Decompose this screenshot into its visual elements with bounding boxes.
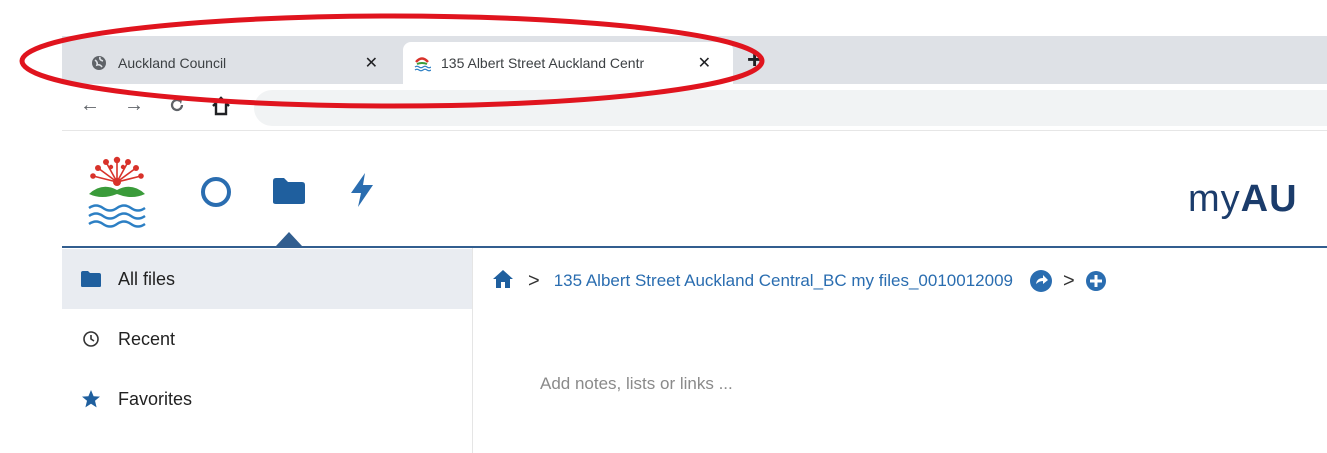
auckland-council-logo-icon [413, 54, 431, 72]
lightning-icon[interactable] [348, 172, 376, 213]
breadcrumb-folder-link[interactable]: 135 Albert Street Auckland Central_BC my… [554, 271, 1013, 291]
forward-icon[interactable]: → [124, 94, 144, 117]
breadcrumb-separator: > [528, 269, 540, 292]
folder-icon[interactable] [272, 177, 306, 210]
tab-albert-street[interactable]: 135 Albert Street Auckland Centr ✕ [403, 42, 733, 84]
globe-icon [90, 54, 108, 72]
home-icon[interactable] [210, 95, 232, 123]
sidebar-item-favorites[interactable]: Favorites [62, 369, 472, 429]
notes-editor[interactable]: Add notes, lists or links ... [540, 374, 733, 394]
auckland-council-logo[interactable] [84, 152, 150, 230]
active-nav-pointer [276, 232, 302, 246]
sidebar-item-label: Recent [118, 328, 176, 349]
back-icon[interactable]: ← [80, 94, 100, 117]
tab-auckland-council[interactable]: Auckland Council ✕ [80, 42, 400, 84]
share-icon[interactable] [1029, 269, 1053, 293]
brand-logo: myAU [1188, 178, 1298, 221]
sidebar-item-label: Favorites [118, 388, 193, 409]
tab-close-icon[interactable]: ✕ [698, 53, 711, 73]
add-icon[interactable] [1085, 270, 1107, 292]
folder-icon [80, 270, 102, 288]
breadcrumb: > 135 Albert Street Auckland Central_BC … [492, 266, 1107, 296]
new-tab-button[interactable]: + [747, 44, 762, 74]
brand-prefix: my [1188, 178, 1241, 220]
tab-close-icon[interactable]: ✕ [365, 53, 378, 73]
sidebar-item-all-files[interactable]: All files [62, 249, 472, 309]
address-bar[interactable] [254, 90, 1327, 126]
star-icon [80, 389, 102, 409]
tab-title: Auckland Council [118, 55, 227, 71]
home-icon[interactable] [492, 269, 514, 294]
sidebar-item-label: All files [118, 268, 176, 289]
clock-icon [80, 330, 102, 348]
breadcrumb-separator: > [1062, 269, 1075, 292]
reload-icon[interactable] [168, 96, 186, 120]
sidebar-item-recent[interactable]: Recent [62, 309, 472, 369]
tab-title: 135 Albert Street Auckland Centr [441, 55, 645, 71]
app-header [62, 132, 1327, 247]
brand-bold: AU [1240, 178, 1298, 220]
circle-icon[interactable] [200, 176, 232, 213]
